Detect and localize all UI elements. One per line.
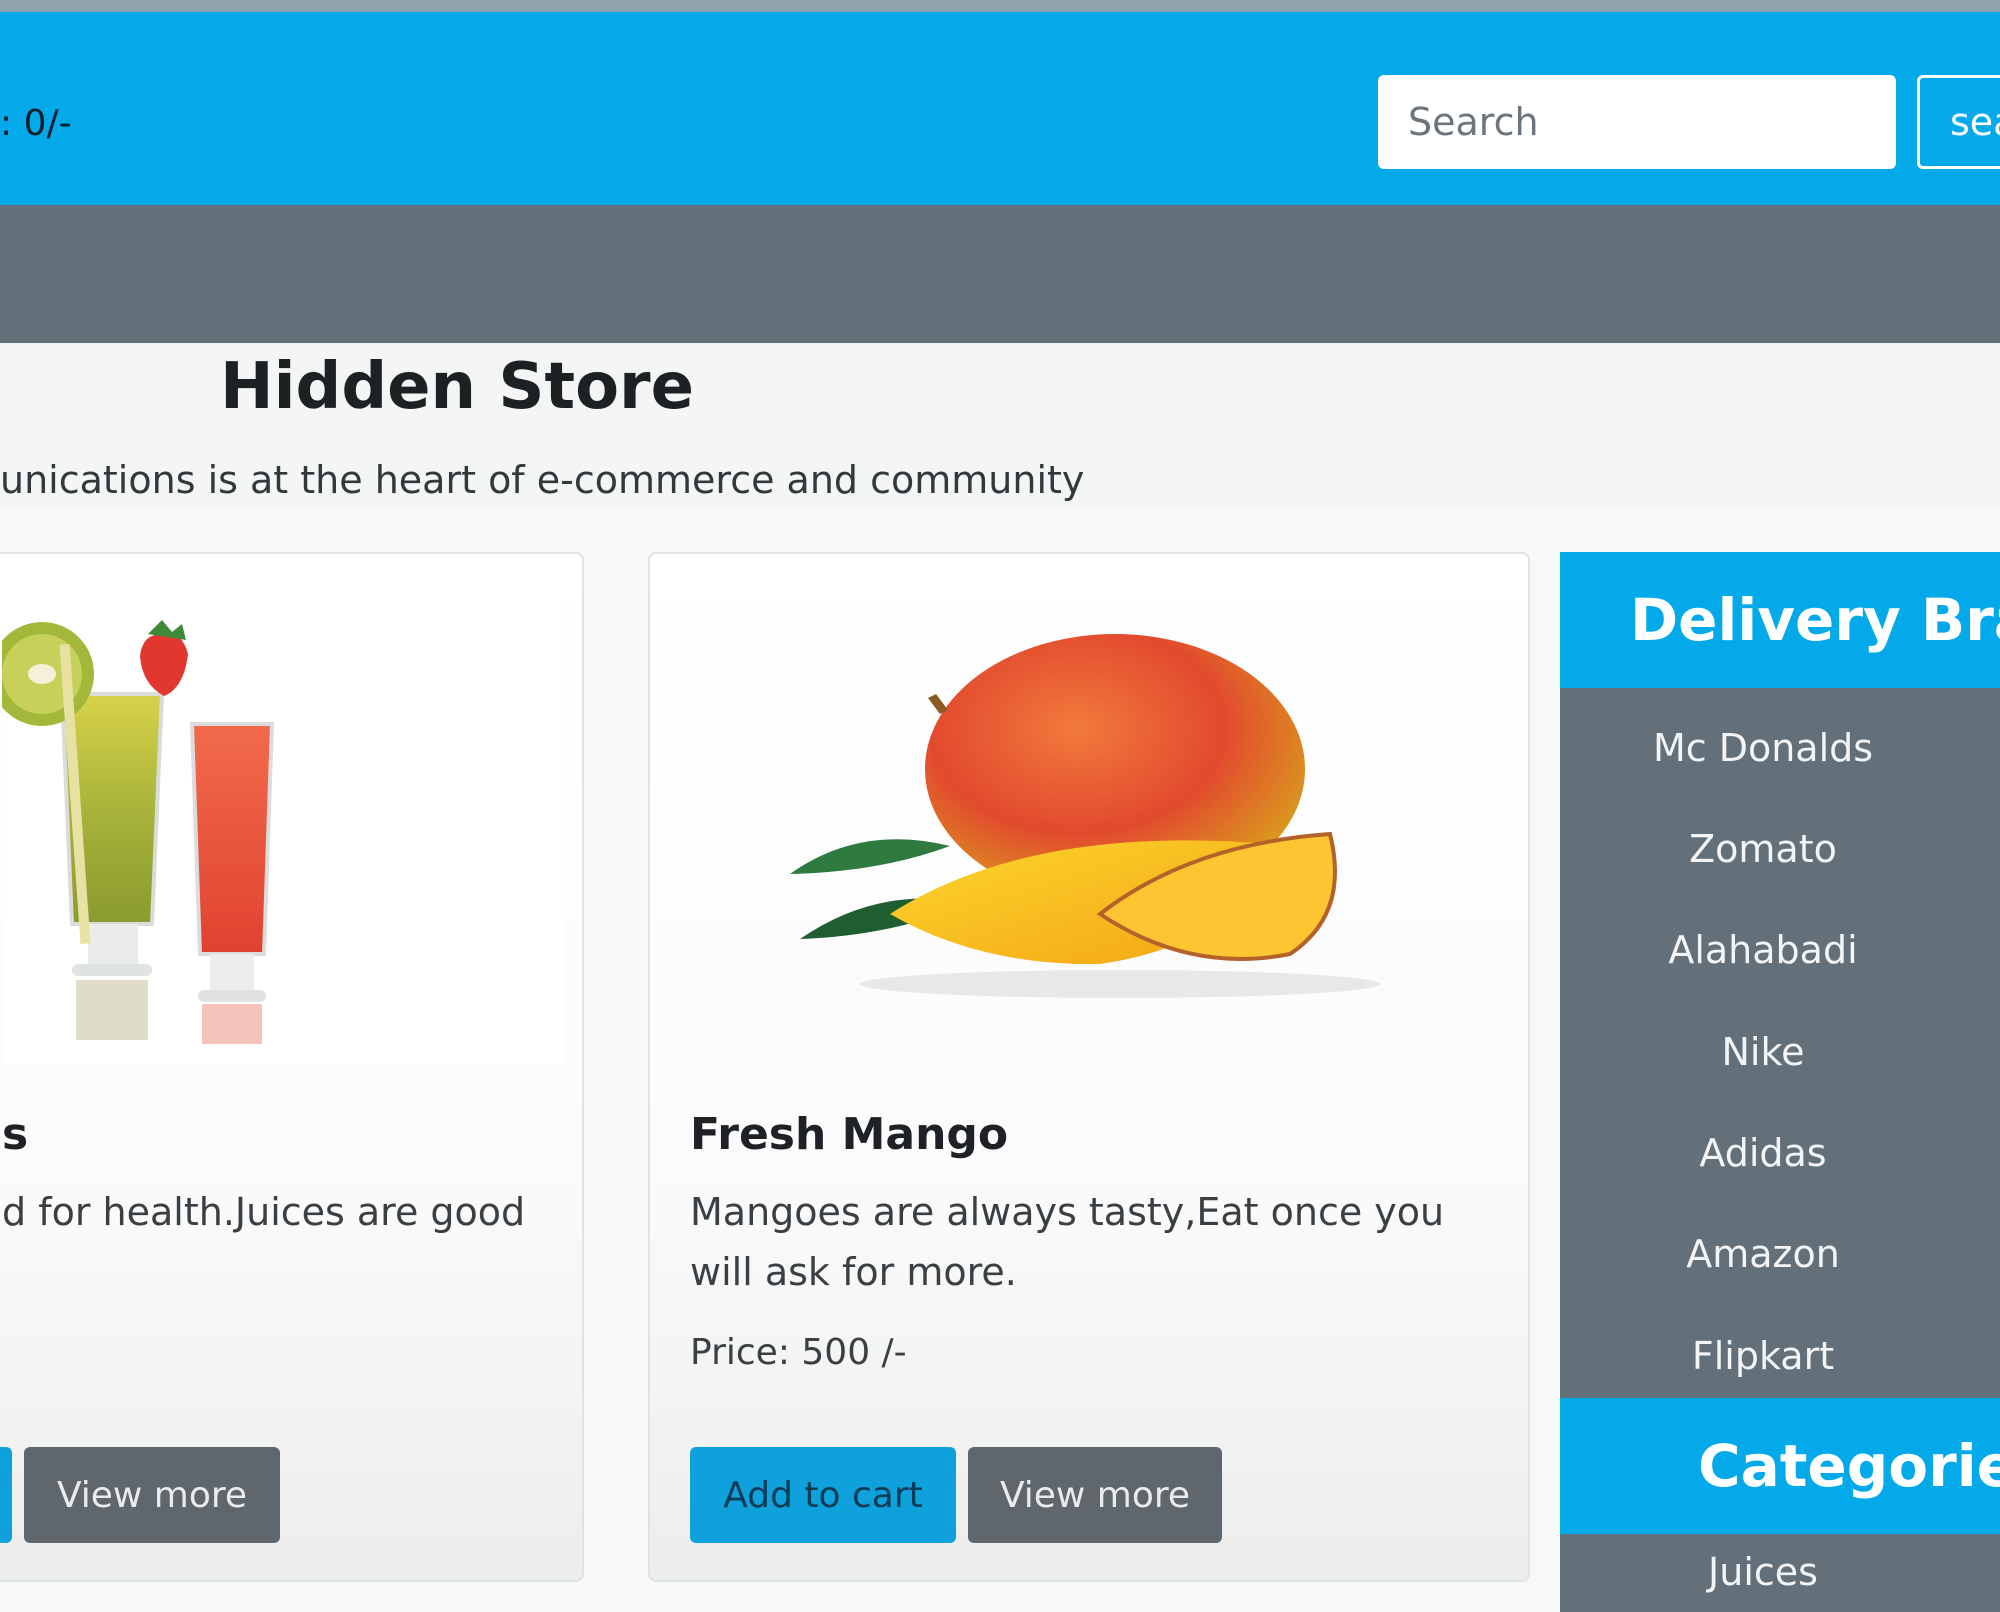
brand-item-flipkart[interactable]: Flipkart	[1560, 1326, 1966, 1386]
brand-item-adidas[interactable]: Adidas	[1560, 1123, 1966, 1183]
search-input[interactable]	[1378, 75, 1896, 169]
juice-glasses-image	[2, 584, 562, 1064]
view-more-button[interactable]: View more	[24, 1447, 280, 1543]
add-to-cart-button[interactable]	[0, 1447, 12, 1543]
delivery-brands-header: Delivery Branc	[1560, 552, 2000, 688]
product-description: Mangoes are always tasty,Eat once you wi…	[690, 1190, 1445, 1294]
brand-item-amazon[interactable]: Amazon	[1560, 1224, 1966, 1284]
cart-total: : 0/-	[0, 103, 72, 144]
categories-header: Categories	[1560, 1398, 2000, 1534]
product-title: s	[2, 1109, 29, 1160]
sidebar: Delivery Branc Mc Donalds Zomato Alahaba…	[1560, 552, 2000, 1612]
delivery-brands-list: Mc Donalds Zomato Alahabadi Nike Adidas …	[1560, 688, 2000, 1398]
sub-navbar	[0, 205, 2000, 343]
product-price: Price: 500 /-	[690, 1332, 907, 1373]
product-card-mango: Fresh Mango Mangoes are always tasty,Eat…	[648, 552, 1530, 1582]
product-description: d for health.Juices are good	[2, 1190, 526, 1234]
brand-item-mcdonalds[interactable]: Mc Donalds	[1560, 718, 1966, 778]
brand-item-zomato[interactable]: Zomato	[1560, 819, 1966, 879]
brand-item-nike[interactable]: Nike	[1560, 1022, 1966, 1082]
store-lead: unications is at the heart of e-commerce…	[0, 458, 1085, 502]
category-item-juices[interactable]: Juices	[1560, 1542, 1966, 1602]
store-title: Hidden Store	[220, 350, 694, 424]
brand-item-alahabadi[interactable]: Alahabadi	[1560, 920, 1966, 980]
view-more-button[interactable]: View more	[968, 1447, 1222, 1543]
product-card-juices: s d for health.Juices are good View more	[0, 552, 584, 1582]
product-title: Fresh Mango	[690, 1109, 1009, 1160]
add-to-cart-button[interactable]: Add to cart	[690, 1447, 956, 1543]
search-button[interactable]: sea	[1917, 75, 2000, 169]
mango-image	[770, 614, 1390, 1014]
browser-top-strip	[0, 0, 2000, 12]
categories-list: Juices	[1560, 1534, 2000, 1612]
navbar: : 0/- sea	[0, 12, 2000, 205]
